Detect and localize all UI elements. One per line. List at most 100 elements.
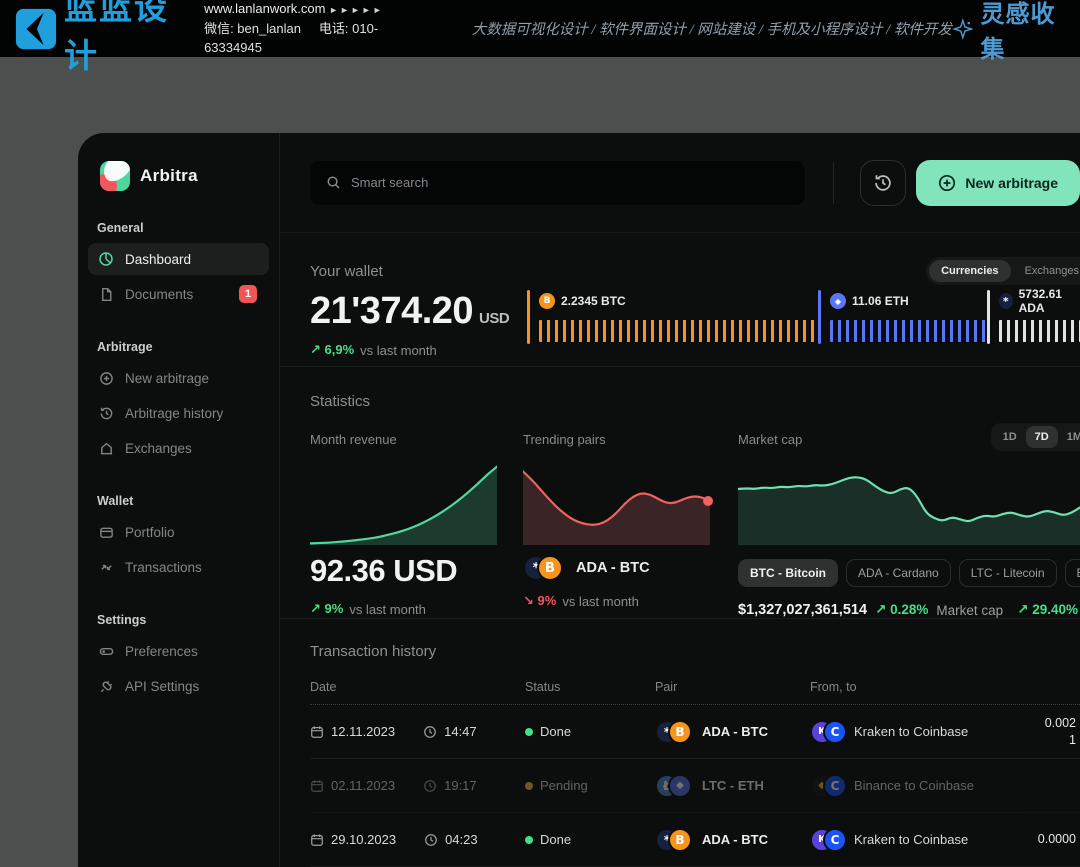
eth-icon: ◆ — [830, 293, 846, 309]
trending-pairs-chart — [523, 465, 710, 545]
table-row[interactable]: 29.10.2023 04:23 Done *B ADA - BTC KC Kr… — [310, 813, 1080, 867]
search-input[interactable] — [351, 175, 789, 190]
market-cap-tags: BTC - Bitcoin ADA - Cardano LTC - Liteco… — [738, 559, 1080, 587]
documents-badge: 1 — [239, 285, 257, 303]
coinbase-icon: C — [823, 774, 847, 798]
toggle-icon — [98, 643, 114, 659]
trending-pairs-card: Trending pairs * B ADA - BTC ↘ 9%vs last… — [523, 432, 710, 618]
sidebar-item-preferences[interactable]: Preferences — [88, 635, 269, 667]
ada-ticks — [999, 320, 1080, 342]
sidebar-item-dashboard[interactable]: Dashboard — [88, 243, 269, 275]
lanlan-logo-icon — [14, 7, 58, 51]
table-row[interactable]: 12.11.2023 14:47 Done *B ADA - BTC KC Kr… — [310, 705, 1080, 759]
range-1m[interactable]: 1M — [1058, 426, 1080, 448]
clock-icon — [423, 779, 437, 793]
search-bar[interactable] — [310, 161, 805, 205]
plus-circle-icon — [938, 174, 956, 192]
nav-section-general: General — [97, 221, 279, 235]
sidebar-item-arbitrage-history[interactable]: Arbitrage history — [88, 397, 269, 429]
coinbase-icon: C — [823, 720, 847, 744]
topbar-divider — [833, 162, 834, 204]
sidebar-item-documents[interactable]: Documents 1 — [88, 278, 269, 310]
toggle-exchanges[interactable]: Exchanges — [1013, 260, 1080, 282]
banner-url[interactable]: www.lanlanwork.com — [204, 1, 325, 16]
banner-collect-label[interactable]: 灵感收集 — [981, 0, 1064, 64]
sidebar-item-api-settings[interactable]: API Settings — [88, 670, 269, 702]
eth-ticks — [830, 320, 987, 342]
clock-icon — [423, 725, 437, 739]
col-status: Status — [525, 680, 655, 694]
tag-btc[interactable]: BTC - Bitcoin — [738, 559, 838, 587]
chart-end-dot — [703, 496, 713, 506]
nav-section-arbitrage: Arbitrage — [97, 340, 279, 354]
calendar-icon — [310, 725, 324, 739]
sidebar-item-portfolio[interactable]: Portfolio — [88, 516, 269, 548]
banner-wechat: 微信: ben_lanlan — [204, 21, 301, 36]
arbitra-logo-icon — [100, 161, 130, 191]
bank-icon — [98, 440, 114, 456]
promo-banner: 蓝蓝设计 www.lanlanwork.com ►►►►► 微信: ben_la… — [0, 0, 1080, 57]
sidebar-item-transactions[interactable]: Transactions — [88, 551, 269, 583]
app-title: Arbitra — [140, 166, 198, 186]
btc-icon: B — [539, 293, 555, 309]
sparkle-star-icon — [952, 16, 974, 42]
market-cap-chart — [738, 465, 1080, 545]
wallet-change: ↗ 6,9%vs last month — [310, 342, 527, 358]
history-button[interactable] — [860, 160, 906, 206]
coinbase-icon: C — [823, 828, 847, 852]
clock-icon — [424, 833, 438, 847]
transfer-arrows-icon — [98, 559, 114, 575]
tag-eth[interactable]: ETH - Ethereum — [1065, 559, 1080, 587]
range-1d[interactable]: 1D — [994, 426, 1026, 448]
btc-icon: B — [668, 828, 692, 852]
month-revenue-chart — [310, 465, 497, 545]
holding-ada: *5732.61 ADA — [987, 290, 1080, 344]
main-content: New arbitrage Your wallet Currencies Exc… — [280, 133, 1080, 867]
wallet-section: Your wallet Currencies Exchanges 21'374.… — [280, 233, 1080, 366]
status-dot — [525, 836, 533, 844]
sidebar-item-exchanges[interactable]: Exchanges — [88, 432, 269, 464]
dashboard-window: Arbitra General Dashboard Documents 1 Ar… — [78, 133, 1080, 867]
trending-pair-label: ADA - BTC — [576, 560, 650, 576]
tag-ltc[interactable]: LTC - Litecoin — [959, 559, 1057, 587]
nav-section-settings: Settings — [97, 613, 279, 627]
wallet-view-toggle: Currencies Exchanges — [926, 257, 1080, 285]
search-icon — [326, 175, 341, 190]
btc-ticks — [539, 320, 818, 342]
amount-cell: 0.0000 — [1002, 831, 1080, 848]
amount-cell: 0.0021 — [1002, 715, 1080, 749]
tag-ada[interactable]: ADA - Cardano — [846, 559, 951, 587]
nav-section-wallet: Wallet — [97, 494, 279, 508]
calendar-icon — [310, 833, 324, 847]
history-icon — [873, 173, 893, 193]
transaction-history-title: Transaction history — [310, 643, 1080, 660]
wallet-holdings-bar: B2.2345 BTC ◆11.06 ETH *5732.61 ADA — [527, 290, 1080, 344]
sidebar-item-new-arbitrage[interactable]: New arbitrage — [88, 362, 269, 394]
wallet-balance: 21'374.20USD — [310, 290, 527, 333]
banner-brand: 蓝蓝设计 — [64, 0, 182, 77]
wallet-icon — [98, 524, 114, 540]
ada-icon: * — [999, 293, 1013, 309]
status-dot — [525, 728, 533, 736]
col-date: Date — [310, 680, 525, 694]
banner-url-arrows: ►►►►► — [329, 5, 384, 15]
col-from-to: From, to — [810, 680, 1002, 694]
market-cap-card: Market cap 1D 7D 1M BTC - Bitcoin ADA - … — [738, 432, 1080, 618]
table-row[interactable]: 02.11.2023 19:17 Pending Ł◆ LTC - ETH ◆C… — [310, 759, 1080, 813]
new-arbitrage-button[interactable]: New arbitrage — [916, 160, 1080, 206]
toggle-currencies[interactable]: Currencies — [929, 260, 1010, 282]
range-control: 1D 7D 1M — [991, 423, 1080, 451]
holding-btc: B2.2345 BTC — [527, 290, 818, 344]
market-cap-stats: $1,327,027,361,514 ↗ 0.28% Market cap ↗ … — [738, 602, 1080, 618]
status-dot — [525, 782, 533, 790]
range-7d[interactable]: 7D — [1026, 426, 1058, 448]
holding-eth: ◆11.06 ETH — [818, 290, 987, 344]
statistics-title: Statistics — [310, 393, 1080, 410]
banner-services: 大数据可视化设计 / 软件界面设计 / 网站建设 / 手机及小程序设计 / 软件… — [472, 18, 952, 39]
btc-icon: B — [537, 555, 563, 581]
statistics-section: Statistics Month revenue 92.36 USD ↗ 9%v… — [280, 366, 1080, 618]
transaction-history-section: Transaction history Date Status Pair Fro… — [280, 618, 1080, 867]
month-revenue-card: Month revenue 92.36 USD ↗ 9%vs last mont… — [310, 432, 497, 618]
eth-icon: ◆ — [668, 774, 692, 798]
document-icon — [98, 286, 114, 302]
